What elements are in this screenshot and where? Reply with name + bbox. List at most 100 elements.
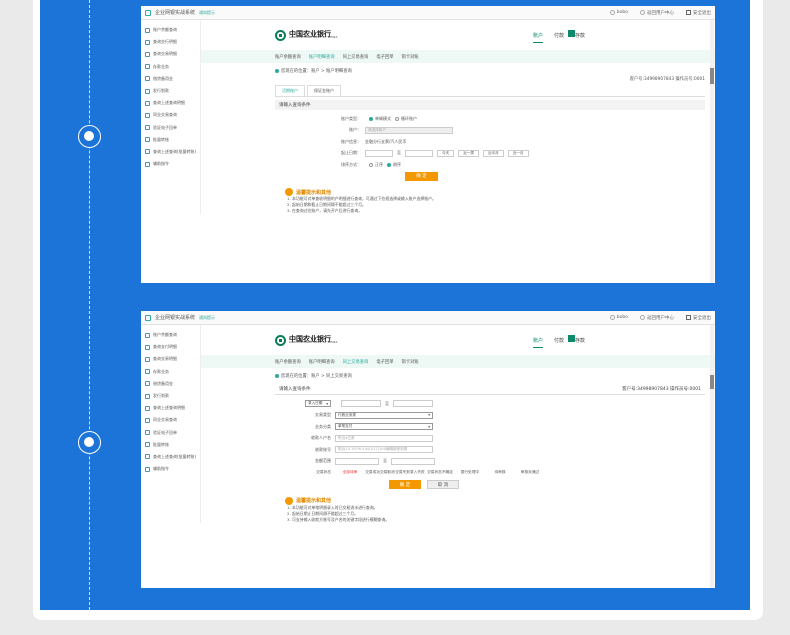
sidebar-item[interactable]: 查询上述查询(批量转账) [141, 451, 200, 463]
status-item[interactable]: 待审核 [485, 470, 515, 475]
info-icon [285, 188, 293, 196]
sidebar-label: 查询上述查询明细 [153, 100, 185, 106]
start-date-input[interactable] [341, 400, 381, 408]
status-item[interactable]: 银行处理中 [455, 470, 485, 475]
radio-single[interactable] [369, 116, 373, 121]
sidebar-item[interactable]: 账户余额查询 [141, 24, 200, 36]
sidebar-item[interactable]: 同业交易查询 [141, 109, 200, 121]
user-center-link[interactable]: 返回用户中心 [640, 10, 674, 16]
nav-deposit[interactable]: 存款 [575, 337, 585, 348]
sidebar-item[interactable]: 辅助指令 [141, 158, 200, 170]
payer-label: 收款人户名 [311, 435, 331, 441]
subnav-balance[interactable]: 账户余额查询 [275, 54, 301, 60]
nav-payment[interactable]: 付款 [554, 337, 564, 348]
nav-payment[interactable]: 付款 [554, 32, 564, 43]
sidebar-item[interactable]: 发行划款 [141, 390, 200, 402]
acct-no-input[interactable]: 附近13-19790104(017)100编辑新账新数 [335, 446, 433, 454]
radio-single-label: 单辆模式 [375, 115, 391, 121]
biz-type-select[interactable]: 单笔支付 ▾ [335, 423, 433, 431]
subnav-reconcile[interactable]: 销卡对账 [402, 54, 419, 60]
sidebar-item[interactable]: 查询交易明细 [141, 353, 200, 365]
sidebar-item[interactable]: 辅助指令 [141, 463, 200, 475]
exit-link[interactable]: 安全退出 [686, 10, 711, 16]
scrollbar-thumb[interactable] [710, 68, 714, 84]
radio-desc[interactable] [387, 162, 391, 167]
doc-icon [145, 332, 150, 338]
account-input[interactable]: 请选择账户 [365, 126, 453, 134]
amount-max-input[interactable] [391, 457, 435, 465]
sidebar-item[interactable]: 发行划款 [141, 85, 200, 97]
end-date-input[interactable] [393, 400, 433, 408]
breadcrumb-text: 您现在的位置：账户 > 同上交易查询 [281, 374, 352, 379]
user-item[interactable]: bobo [609, 315, 628, 320]
scrollbar[interactable] [710, 20, 714, 283]
tab-margin-account[interactable]: 保证金账户 [307, 85, 341, 96]
subnav-same-trade[interactable]: 同上交易查询 [343, 359, 369, 365]
doc-icon [145, 51, 150, 57]
sidebar-item[interactable]: 借贷备用金 [141, 73, 200, 85]
submit-button[interactable]: 确 定 [389, 480, 421, 490]
trade-type-select[interactable]: 行政业务类 ▾ [335, 411, 433, 419]
nav-deposit[interactable]: 存款 [575, 32, 585, 43]
sidebar-item[interactable]: 存款业务 [141, 61, 200, 73]
notice-tag[interactable]: 通知提示 [199, 315, 215, 321]
btn-month[interactable]: 近一月 [507, 149, 529, 157]
notice-tag[interactable]: 通知提示 [199, 10, 215, 16]
subnav-receipt[interactable]: 电子回单 [376, 359, 393, 365]
doc-icon [145, 381, 150, 387]
subnav-same-trade[interactable]: 同上交易查询 [343, 54, 369, 60]
section-header: 请输入查询条件 客户号:34998907843 操作员号:0001 [275, 384, 705, 395]
radio-cycle[interactable] [395, 116, 399, 121]
payer-input[interactable]: 附近4位数 [335, 434, 433, 442]
sidebar-item[interactable]: 查询上述查询明细 [141, 402, 200, 414]
sidebar-item[interactable]: 查询上述查询(批量转账) [141, 146, 200, 158]
user-item[interactable]: bobo [609, 10, 628, 15]
subnav-reconcile[interactable]: 销卡对账 [402, 359, 419, 365]
nav-account[interactable]: 账户 [532, 32, 543, 43]
subnav-detail[interactable]: 账户明细查询 [309, 359, 335, 365]
submit-button[interactable]: 确 定 [405, 171, 438, 181]
scrollbar-thumb[interactable] [710, 375, 714, 389]
sidebar-item[interactable]: 存款业务 [141, 366, 200, 378]
sidebar-item[interactable]: 批量转账 [141, 134, 200, 146]
btn-halfmonth[interactable]: 近半月 [482, 149, 504, 157]
acct-type-label: 账户类型： [341, 115, 361, 121]
tab-current-account[interactable]: 活期账户 [275, 85, 305, 96]
sidebar-item[interactable]: 查询交易明细 [141, 48, 200, 60]
sidebar-item[interactable]: 批量转账 [141, 439, 200, 451]
subnav-balance[interactable]: 账户余额查询 [275, 359, 301, 365]
user-center-link[interactable]: 返回用户中心 [640, 315, 674, 321]
sidebar-item[interactable]: 账户余额查询 [141, 329, 200, 341]
amount-min-input[interactable] [335, 457, 379, 465]
start-date-input[interactable] [365, 149, 393, 157]
status-item[interactable]: 审核未通过 [515, 470, 545, 475]
date-type-select[interactable]: 录入日期 ▾ [305, 400, 331, 408]
status-item[interactable]: 交易失败录入失败 [395, 470, 425, 475]
subnav-receipt[interactable]: 电子回单 [376, 54, 393, 60]
sidebar-item[interactable]: 借贷备用金 [141, 378, 200, 390]
sub-nav: 账户余额查询 账户明细查询 同上交易查询 电子回单 销卡对账 [201, 50, 715, 63]
end-date-input[interactable] [405, 149, 433, 157]
sidebar-item[interactable]: 查询上述查询明细 [141, 97, 200, 109]
scrollbar[interactable] [710, 325, 714, 588]
status-item[interactable]: 全部待审 [335, 470, 365, 475]
radio-asc[interactable] [369, 162, 373, 167]
sidebar-item[interactable]: 查询支付明细 [141, 341, 200, 353]
sidebar-item[interactable]: 验证电子回单 [141, 122, 200, 134]
nav-account[interactable]: 账户 [532, 337, 543, 348]
section-title: 请输入查询条件 [275, 100, 705, 110]
doc-icon [145, 430, 150, 436]
status-item[interactable]: 交易状态不确定 [425, 470, 455, 475]
sidebar-item[interactable]: 查询交行明细 [141, 36, 200, 48]
sidebar-item[interactable]: 验证电子回单 [141, 427, 200, 439]
cancel-button[interactable]: 取 消 [427, 480, 459, 490]
status-item[interactable]: 交易成功交易取消 [365, 470, 395, 475]
logout-icon[interactable] [568, 30, 575, 37]
btn-week[interactable]: 近一周 [458, 149, 479, 157]
logout-icon[interactable] [568, 335, 575, 342]
sidebar-item[interactable]: 同业交易查询 [141, 414, 200, 426]
exit-link[interactable]: 安全退出 [686, 315, 711, 321]
subnav-detail[interactable]: 账户明细查询 [309, 54, 335, 60]
btn-today[interactable]: 今天 [437, 149, 455, 157]
sidebar-label: 账户余额查询 [153, 27, 177, 33]
